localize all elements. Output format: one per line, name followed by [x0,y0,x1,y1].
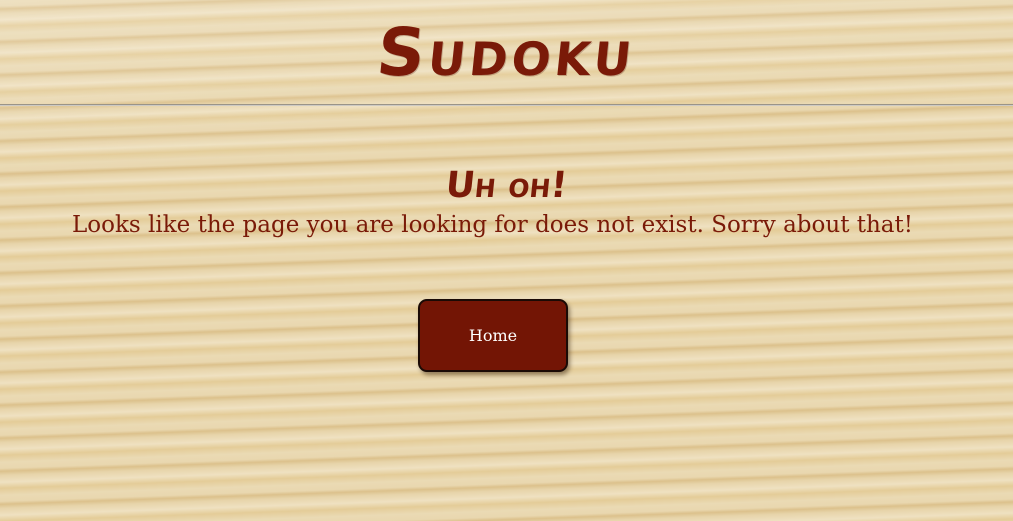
header-divider [0,104,1013,106]
error-message: Looks like the page you are looking for … [71,212,914,238]
site-title: Sudoku [373,14,640,91]
site-header: Sudoku [0,0,1013,104]
error-heading: Uh oh! [443,165,570,206]
home-button[interactable]: Home [418,299,568,372]
